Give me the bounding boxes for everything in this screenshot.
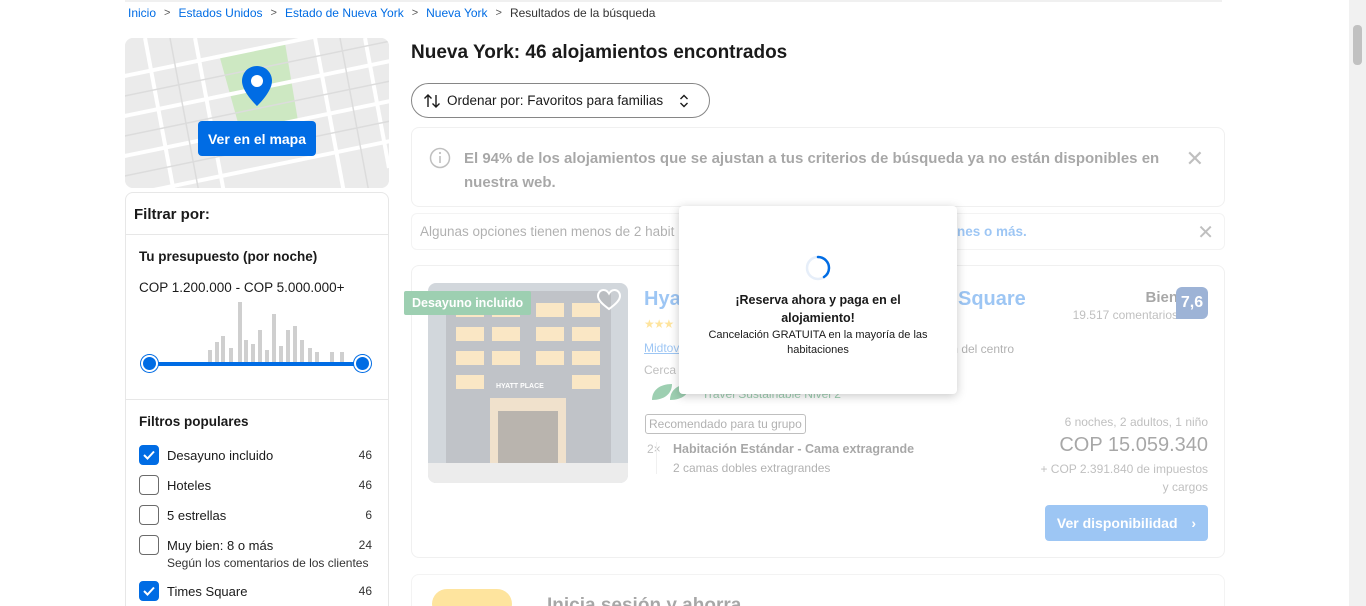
checkbox-checked[interactable] bbox=[139, 445, 159, 465]
filter-label: Hoteles bbox=[167, 477, 212, 493]
sign-in-promo-title: Inicia sesión y ahorra bbox=[547, 595, 742, 606]
chevron-right-icon: > bbox=[411, 7, 419, 19]
review-score-label: Bien bbox=[1145, 289, 1178, 306]
filter-times-square[interactable]: Times Square 46 bbox=[139, 576, 375, 606]
scrollbar-thumb[interactable] bbox=[1353, 25, 1362, 65]
checkbox[interactable] bbox=[139, 475, 159, 495]
see-availability-label: Ver disponibilidad bbox=[1056, 515, 1178, 531]
popular-filters-heading: Filtros populares bbox=[139, 414, 249, 429]
sort-arrows-icon bbox=[424, 93, 440, 108]
sort-label: Ordenar por: Favoritos para familias bbox=[447, 93, 664, 108]
filter-count: 46 bbox=[358, 478, 372, 492]
filter-hotels[interactable]: Hoteles 46 bbox=[139, 470, 375, 500]
budget-heading: Tu presupuesto (por noche) bbox=[139, 249, 318, 264]
budget-slider-max-handle[interactable] bbox=[354, 355, 371, 372]
chevron-right-icon: > bbox=[164, 7, 171, 19]
budget-slider-track[interactable] bbox=[150, 362, 362, 366]
info-icon bbox=[429, 147, 451, 169]
stay-summary: 6 noches, 2 adultos, 1 niño bbox=[1064, 415, 1208, 429]
page-scrollbar[interactable] bbox=[1349, 0, 1366, 606]
check-icon bbox=[143, 450, 155, 460]
filter-label: Muy bien: 8 o más bbox=[167, 537, 274, 553]
sign-in-promo-card: Inicia sesión y ahorra bbox=[411, 574, 1225, 606]
map-pin-icon bbox=[242, 66, 272, 106]
filter-count: 46 bbox=[358, 448, 372, 462]
promo-illustration bbox=[432, 589, 512, 606]
heart-icon[interactable] bbox=[596, 288, 622, 312]
sort-button[interactable]: Ordenar por: Favoritos para familias bbox=[411, 83, 710, 118]
filter-label: Times Square bbox=[167, 583, 248, 599]
close-icon[interactable]: ✕ bbox=[1186, 146, 1204, 172]
chevron-right-icon: > bbox=[270, 7, 277, 19]
breadcrumb-city[interactable]: Nueva York bbox=[426, 6, 487, 20]
checkbox[interactable] bbox=[139, 535, 159, 555]
breadcrumb-current: Resultados de la búsqueda bbox=[509, 6, 656, 20]
show-map-button[interactable]: Ver en el mapa bbox=[198, 121, 316, 156]
filter-label: 5 estrellas bbox=[167, 507, 227, 523]
budget-range: COP 1.200.000 - COP 5.000.000+ bbox=[139, 280, 345, 295]
breadcrumb: Inicio > Estados Unidos > Estado de Nuev… bbox=[128, 5, 655, 21]
property-name-end[interactable]: Square bbox=[958, 288, 1026, 311]
breadcrumb-home[interactable]: Inicio bbox=[128, 6, 156, 20]
room-options-notice-text: Algunas opciones tienen menos de 2 habit bbox=[420, 224, 675, 239]
check-icon bbox=[143, 586, 155, 596]
filters-title: Filtrar por: bbox=[126, 193, 388, 235]
checkbox-checked[interactable] bbox=[139, 581, 159, 601]
filter-very-good[interactable]: Muy bien: 8 o más 24 bbox=[139, 530, 375, 560]
filter-count: 46 bbox=[358, 584, 372, 598]
room-quantity: 2× bbox=[647, 442, 661, 456]
property-location-link[interactable]: Midtov bbox=[644, 341, 679, 355]
budget-histogram bbox=[208, 302, 344, 362]
filters-panel: Filtrar por: Tu presupuesto (por noche) … bbox=[125, 192, 389, 606]
review-score-badge: 7,6 bbox=[1176, 287, 1208, 319]
bed-info: 2 camas dobles extragrandes bbox=[673, 461, 831, 475]
property-distance: m del centro bbox=[948, 342, 1015, 356]
budget-slider-min-handle[interactable] bbox=[141, 355, 158, 372]
breadcrumb-state[interactable]: Estado de Nueva York bbox=[285, 6, 404, 20]
taxes-line-1: + COP 2.391.840 de impuestos bbox=[1040, 462, 1208, 476]
review-count: 19.517 comentarios bbox=[1072, 308, 1178, 322]
loading-modal: ¡Reserva ahora y paga en el alojamiento!… bbox=[679, 206, 957, 394]
loading-spinner-icon bbox=[805, 255, 831, 281]
breadcrumb-country[interactable]: Estados Unidos bbox=[178, 6, 262, 20]
see-availability-button[interactable]: Ver disponibilidad › bbox=[1045, 505, 1208, 541]
top-divider bbox=[125, 0, 1222, 2]
modal-subtext: Cancelación GRATUITA en la mayoría de la… bbox=[708, 329, 928, 356]
filter-count: 24 bbox=[358, 538, 372, 552]
recommended-badge: Recomendado para tu grupo bbox=[645, 414, 806, 434]
chevron-right-icon: › bbox=[1191, 515, 1197, 531]
hotel-sign: HYATT PLACE bbox=[496, 383, 544, 390]
results-title: Nueva York: 46 alojamientos encontrados bbox=[411, 42, 788, 63]
breakfast-ribbon: Desayuno incluido bbox=[404, 291, 532, 315]
modal-heading: ¡Reserva ahora y paga en el alojamiento! bbox=[735, 293, 901, 325]
room-divider bbox=[656, 442, 657, 474]
map-preview[interactable]: Ver en el mapa bbox=[125, 38, 389, 188]
star-rating-icon: ★★★ bbox=[644, 317, 674, 331]
taxes-info: + COP 2.391.840 de impuestos y cargos bbox=[1040, 460, 1208, 496]
popular-filters: Filtros populares Desayuno incluido 46 H… bbox=[126, 400, 388, 606]
filter-count: 6 bbox=[365, 508, 372, 522]
filter-5-stars[interactable]: 5 estrellas 6 bbox=[139, 500, 375, 530]
map-illustration bbox=[125, 38, 389, 188]
filter-label: Desayuno incluido bbox=[167, 447, 274, 463]
availability-notice-text: El 94% de los alojamientos que se ajusta… bbox=[464, 150, 1160, 191]
filter-breakfast[interactable]: Desayuno incluido 46 bbox=[139, 440, 375, 470]
room-options-notice-link[interactable]: nes o más. bbox=[957, 224, 1027, 239]
availability-notice: El 94% de los alojamientos que se ajusta… bbox=[411, 127, 1225, 207]
taxes-line-2: y cargos bbox=[1162, 480, 1208, 494]
close-icon[interactable]: ✕ bbox=[1197, 220, 1214, 245]
chevron-right-icon: > bbox=[495, 7, 502, 19]
room-type: Habitación Estándar - Cama extragrande bbox=[673, 442, 915, 456]
price: COP 15.059.340 bbox=[1059, 434, 1208, 456]
chevron-up-down-icon bbox=[680, 94, 689, 107]
checkbox[interactable] bbox=[139, 505, 159, 525]
